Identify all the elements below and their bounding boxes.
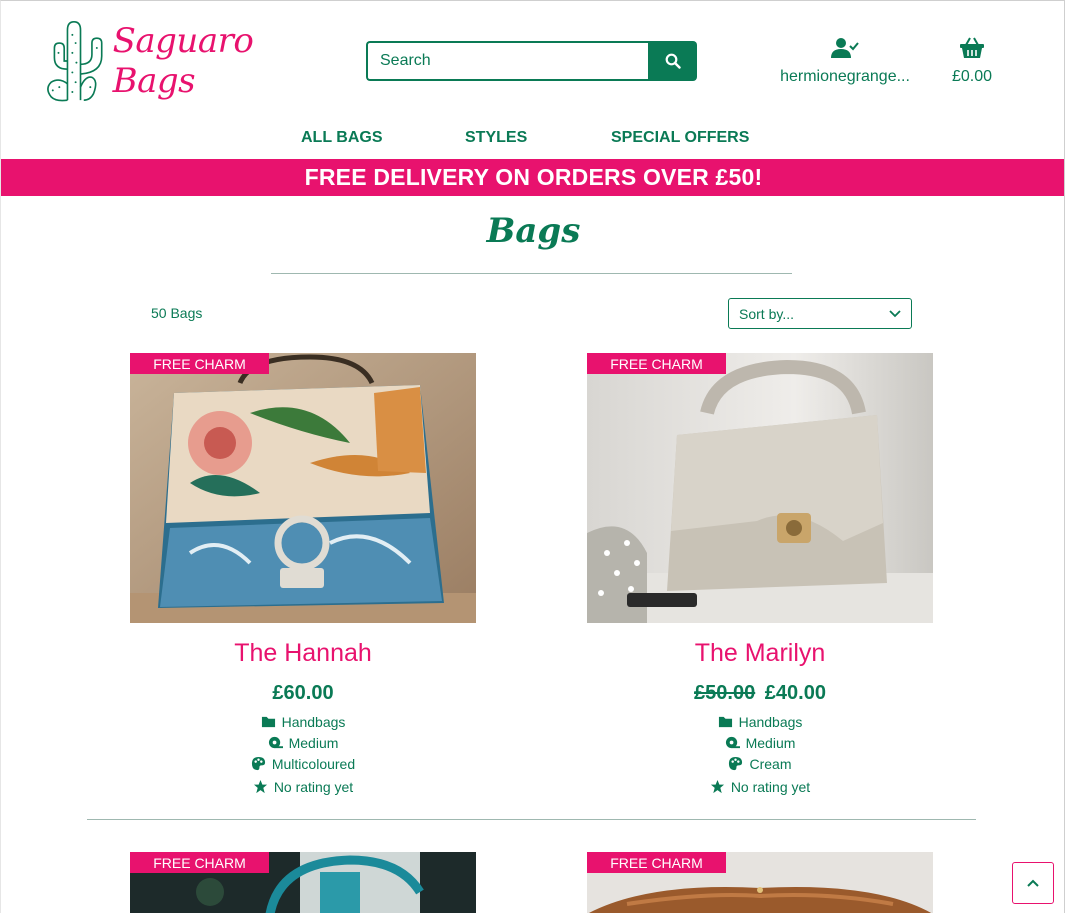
account-label: hermionegrange...	[780, 68, 910, 85]
search-input[interactable]	[366, 41, 648, 81]
basket-icon	[960, 37, 984, 58]
category-label: Handbags	[281, 713, 346, 730]
product-price: £50.00 £40.00	[587, 682, 933, 705]
chevron-up-icon	[1027, 879, 1039, 887]
nav-all-bags[interactable]: ALL BAGS	[301, 129, 382, 147]
sort-select[interactable]: Sort by...	[728, 298, 912, 329]
folder-icon	[718, 716, 732, 728]
cart-total: £0.00	[951, 68, 993, 85]
product-image[interactable]: FREE CHARM	[587, 852, 933, 913]
free-charm-badge: FREE CHARM	[130, 353, 269, 374]
product-image[interactable]: FREE CHARM	[130, 353, 476, 623]
nav-special-offers[interactable]: SPECIAL OFFERS	[611, 129, 749, 147]
sort-label: Sort by...	[739, 305, 794, 322]
nav-styles[interactable]: STYLES	[465, 129, 527, 147]
current-price: £40.00	[764, 682, 826, 704]
product-image[interactable]: FREE CHARM	[130, 852, 476, 913]
folder-icon	[261, 716, 275, 728]
account-link[interactable]: hermionegrange...	[777, 37, 913, 86]
product-name[interactable]: The Hannah	[130, 639, 476, 668]
cream-handbag-image	[587, 353, 933, 623]
size-label: Medium	[288, 734, 339, 751]
back-to-top-button[interactable]	[1012, 862, 1054, 904]
chevron-down-icon	[889, 309, 901, 317]
cactus-logo-icon	[47, 21, 103, 102]
product-price: £60.00	[130, 682, 476, 705]
rating-label: No rating yet	[273, 778, 354, 795]
palette-icon	[729, 756, 743, 771]
current-price: £60.00	[272, 682, 334, 704]
palette-icon	[251, 756, 265, 771]
star-icon	[253, 779, 267, 794]
colour-label: Cream	[749, 755, 792, 772]
user-check-icon	[831, 38, 859, 58]
cart-link[interactable]: £0.00	[943, 37, 1001, 86]
product-rating: No rating yet	[587, 778, 933, 795]
page-title: Bags	[486, 211, 581, 251]
product-category[interactable]: Handbags	[587, 713, 933, 730]
product-card: FREE CHARM The Hannah £60.00 Handbags Me…	[130, 353, 476, 795]
product-card: FREE CHARM	[587, 852, 933, 913]
delivery-banner: FREE DELIVERY ON ORDERS OVER £50!	[1, 159, 1064, 196]
row-divider	[87, 819, 976, 820]
page: Saguaro Bags hermionegrange... £	[0, 0, 1065, 913]
product-count: 50 Bags	[151, 305, 203, 321]
product-colour: Multicoloured	[130, 755, 476, 772]
product-colour: Cream	[587, 755, 933, 772]
product-rating: No rating yet	[130, 778, 476, 795]
product-category[interactable]: Handbags	[130, 713, 476, 730]
product-name[interactable]: The Marilyn	[587, 639, 933, 668]
free-charm-badge: FREE CHARM	[130, 852, 269, 873]
product-card: FREE CHARM	[130, 852, 476, 913]
original-price: £50.00	[694, 682, 756, 704]
product-size: Medium	[587, 734, 933, 751]
tape-measure-icon	[268, 736, 283, 749]
star-icon	[710, 779, 724, 794]
product-image[interactable]: FREE CHARM	[587, 353, 933, 623]
search-icon	[665, 53, 681, 69]
rating-label: No rating yet	[730, 778, 811, 795]
floral-handbag-image	[130, 353, 476, 623]
free-charm-badge: FREE CHARM	[587, 852, 726, 873]
title-divider	[271, 273, 792, 274]
size-label: Medium	[745, 734, 796, 751]
category-label: Handbags	[738, 713, 803, 730]
main-nav: ALL BAGS STYLES SPECIAL OFFERS	[1, 129, 1064, 149]
free-charm-badge: FREE CHARM	[587, 353, 726, 374]
product-size: Medium	[130, 734, 476, 751]
tape-measure-icon	[725, 736, 740, 749]
search-bar	[366, 41, 697, 81]
search-button[interactable]	[648, 41, 697, 81]
logo-text: Saguaro Bags	[112, 21, 254, 101]
product-card: FREE CHARM The Marilyn £50.00 £40.00 Han…	[587, 353, 933, 795]
colour-label: Multicoloured	[271, 755, 356, 772]
site-logo[interactable]: Saguaro Bags	[43, 9, 303, 113]
